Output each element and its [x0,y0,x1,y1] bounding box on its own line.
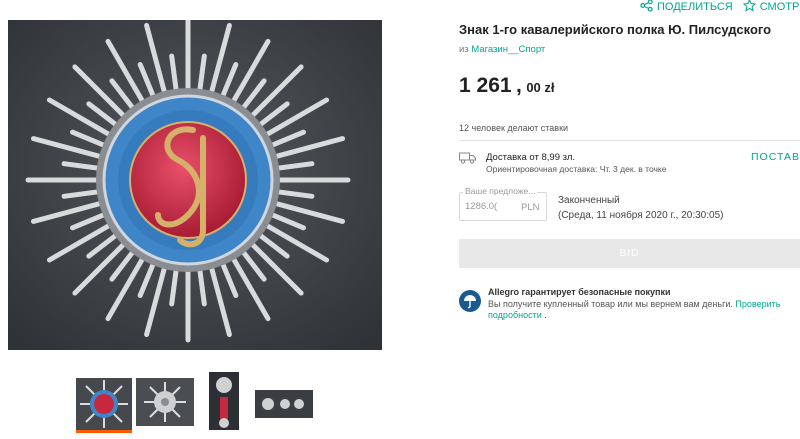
top-actions: ПОДЕЛИТЬСЯ СМОТРЕ [640,0,800,14]
star-icon [742,0,757,15]
delivery-link[interactable]: ПОСТАВ [751,151,800,163]
active-thumbnail-indicator [76,430,132,433]
divider [459,140,800,141]
main-product-image[interactable] [8,20,382,350]
bid-button[interactable]: BID [459,239,800,268]
delivery-truck-icon [459,151,476,164]
umbrella-icon [459,290,481,312]
bidders-count: 12 человек делают ставки [459,123,569,133]
auction-end-date: (Среда, 11 ноября 2020 г., 20:30:05) [558,210,724,221]
auction-status: Законченный [558,195,620,206]
price-cents: 00 zł [526,80,555,95]
bid-currency: PLN [521,202,540,213]
seller-line: из Магазин__Спорт [459,44,545,55]
protection-title: Allegro гарантирует безопасные покупки [488,287,671,297]
thumbnail-1[interactable] [76,378,132,430]
share-label: ПОДЕЛИТЬСЯ [657,1,733,13]
thumbnail-3[interactable] [209,372,239,430]
watch-button[interactable]: СМОТРЕ [742,0,800,15]
thumbnail-4[interactable] [255,390,313,418]
protection-text-line2: подробности . [488,310,547,320]
seller-link[interactable]: Магазин__Спорт [471,44,545,55]
protection-text-line1: Вы получите купленный товар или мы верне… [488,299,780,309]
price-separator: , [516,74,522,97]
bid-field-label: Ваше предложе... [463,186,538,196]
share-button[interactable]: ПОДЕЛИТЬСЯ [640,0,733,15]
share-icon [640,0,653,15]
protection-text: Вы получите купленный товар или мы верне… [488,299,733,309]
protection-link-part2[interactable]: подробности [488,310,542,320]
protection-text-end: . [544,310,547,320]
seller-prefix: из [459,44,469,55]
price-main: 1 261 [459,74,512,97]
delivery-estimate: Ориентировочная доставка: Чт. 3 дек. в т… [486,164,667,174]
listing-title: Знак 1-го кавалерийского полка Ю. Пилсуд… [459,22,772,37]
protection-link-part1[interactable]: Проверить [735,299,780,309]
bid-amount-input[interactable] [465,201,507,212]
watch-label: СМОТРЕ [759,1,800,13]
delivery-title: Доставка от 8,99 зл. [486,152,576,163]
price: 1 261 , 00 zł [459,74,555,98]
thumbnail-2[interactable] [136,378,194,426]
